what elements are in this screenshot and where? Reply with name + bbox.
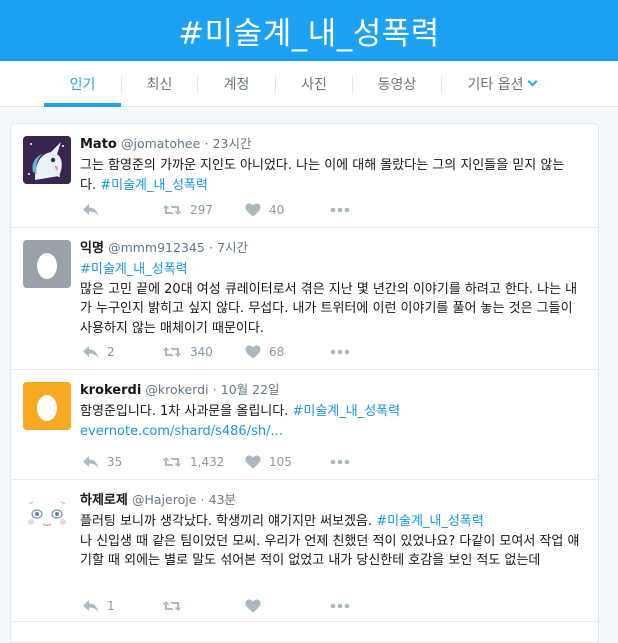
- hashtag-link[interactable]: #미술계_내_성폭력: [376, 514, 484, 529]
- reply-count: 1: [107, 599, 115, 613]
- tweet-text: 함영준입니다. 1차 사과문을 올립니다. #미술계_내_성폭력 evernot…: [80, 402, 580, 441]
- like-button[interactable]: 105: [245, 452, 292, 472]
- reply-button[interactable]: 1: [82, 596, 115, 616]
- like-count: 68: [269, 345, 285, 359]
- more-button[interactable]: [330, 596, 350, 616]
- like-button[interactable]: [245, 596, 269, 616]
- author-handle[interactable]: @Hajeroje: [132, 492, 196, 507]
- tweet-time[interactable]: 23시간: [213, 136, 252, 151]
- like-button[interactable]: 68: [245, 342, 284, 362]
- retweet-icon: [162, 347, 182, 357]
- tweet-text: 그는 함영준의 가까운 지인도 아니었다. 나는 이에 대해 몰랐다는 그의 지…: [80, 156, 580, 195]
- reply-icon: [83, 456, 98, 468]
- tweet-body: 함영준입니다. 1차 사과문을 올립니다.: [80, 404, 289, 419]
- tweet-body: 많은 고민 끝에 20대 여성 큐레이터로서 겪은 지난 몇 년간의 이야기를 …: [80, 281, 578, 336]
- tweet-time[interactable]: 43분: [209, 492, 236, 507]
- tweet-item[interactable]: 익명 @mmm912345 · 7시간 #미술계_내_성폭력 많은 고민 끝에 …: [11, 228, 598, 370]
- like-count: 40: [269, 203, 285, 217]
- heart-icon: [245, 599, 261, 613]
- reply-count: 2: [107, 345, 115, 359]
- tweet-time[interactable]: 7시간: [217, 240, 248, 255]
- chevron-down-icon: [528, 76, 538, 87]
- retweet-button[interactable]: 340: [162, 342, 213, 362]
- tweet-body-continued: 나 신입생 때 같은 팀이었던 모씨. 우리가 언제 친했던 적이 있었나요? …: [80, 533, 580, 569]
- author-name[interactable]: 하제로제: [80, 493, 128, 508]
- more-button[interactable]: [330, 452, 350, 472]
- author-handle[interactable]: @krokerdi: [145, 382, 208, 397]
- search-tabs: 인기 최신 계정 사진 동영상 기타 옵션: [0, 61, 618, 107]
- author-name[interactable]: Mato: [80, 137, 117, 152]
- tab-videos[interactable]: 동영상: [353, 61, 441, 107]
- tab-accounts[interactable]: 계정: [198, 61, 275, 107]
- retweet-icon: [162, 457, 182, 467]
- tweet-time[interactable]: 10월 22일: [221, 382, 280, 397]
- more-options-label: 기타 옵션: [467, 77, 524, 93]
- reply-button[interactable]: 35: [82, 452, 122, 472]
- url-link[interactable]: evernote.com/shard/s486/sh/...: [80, 422, 580, 442]
- reply-count: 35: [107, 455, 123, 469]
- retweet-count: 340: [190, 345, 213, 359]
- retweet-icon: [162, 601, 182, 611]
- unicorn-avatar-icon: [23, 136, 71, 184]
- reply-icon: [83, 346, 98, 358]
- tweet-item[interactable]: Mato @jomatohee · 23시간 그는 함영준의 가까운 지인도 아…: [11, 124, 598, 228]
- heart-icon: [245, 455, 261, 469]
- more-options-dropdown[interactable]: 기타 옵션: [442, 61, 562, 107]
- retweet-icon: [162, 205, 182, 215]
- tweet-timeline: Mato @jomatohee · 23시간 그는 함영준의 가까운 지인도 아…: [10, 123, 599, 643]
- more-dots-icon: [330, 349, 350, 355]
- author-name[interactable]: 익명: [80, 241, 104, 256]
- retweet-button[interactable]: 1,432: [162, 452, 224, 472]
- more-dots-icon: [330, 603, 350, 609]
- tab-photos[interactable]: 사진: [276, 61, 352, 107]
- tab-top[interactable]: 인기: [44, 61, 121, 107]
- retweet-count: 297: [190, 203, 213, 217]
- search-title: #미술계_내_성폭력: [178, 15, 440, 52]
- tweet-text: #미술계_내_성폭력 많은 고민 끝에 20대 여성 큐레이터로서 겪은 지난 …: [80, 260, 580, 338]
- hashtag-link[interactable]: #미술계_내_성폭력: [292, 404, 400, 419]
- default-egg-avatar-icon: [23, 382, 71, 430]
- heart-icon: [245, 345, 261, 359]
- author-name[interactable]: krokerdi: [80, 383, 141, 398]
- avatar[interactable]: [23, 240, 71, 288]
- hashtag-link[interactable]: #미술계_내_성폭력: [100, 178, 208, 193]
- more-button[interactable]: [330, 342, 350, 362]
- avatar[interactable]: [23, 136, 71, 184]
- search-banner: #미술계_내_성폭력: [0, 0, 618, 61]
- reply-icon: [83, 600, 98, 612]
- tweet-item[interactable]: krokerdi @krokerdi · 10월 22일 함영준입니다. 1차 …: [11, 370, 598, 480]
- like-count: 105: [269, 455, 292, 469]
- retweet-count: 1,432: [190, 455, 225, 469]
- author-handle[interactable]: @jomatohee: [121, 136, 200, 151]
- tab-latest[interactable]: 최신: [122, 61, 197, 107]
- more-dots-icon: [330, 459, 350, 465]
- heart-icon: [245, 203, 261, 217]
- avatar[interactable]: [23, 382, 71, 430]
- author-handle[interactable]: @mmm912345: [108, 240, 205, 255]
- more-button[interactable]: [330, 200, 350, 220]
- like-button[interactable]: 40: [245, 200, 284, 220]
- hashtag-link[interactable]: #미술계_내_성폭력: [80, 260, 580, 280]
- retweet-button[interactable]: [162, 596, 190, 616]
- tweet-body: 플러팅 보니까 생각났다. 학생끼리 얘기지만 써보겠음.: [80, 514, 373, 529]
- reply-button[interactable]: [82, 200, 107, 220]
- retweet-button[interactable]: 297: [162, 200, 213, 220]
- reply-button[interactable]: 2: [82, 342, 115, 362]
- avatar[interactable]: [23, 492, 71, 540]
- default-egg-avatar-icon: [23, 240, 71, 288]
- reply-icon: [83, 204, 98, 216]
- more-dots-icon: [330, 207, 350, 213]
- drawn-face-avatar-icon: [23, 492, 71, 540]
- tweet-text: 플러팅 보니까 생각났다. 학생끼리 얘기지만 써보겠음. #미술계_내_성폭력…: [80, 512, 580, 571]
- tweet-item[interactable]: 하제로제 @Hajeroje · 43분 플러팅 보니까 생각났다. 학생끼리 …: [11, 480, 598, 622]
